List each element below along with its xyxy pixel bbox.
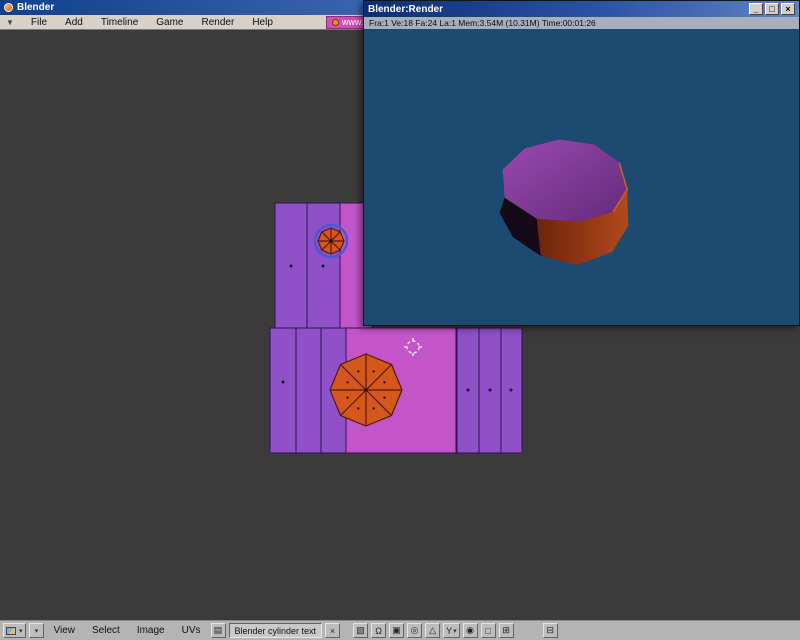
uv-cap-large-wheel[interactable] bbox=[330, 354, 402, 426]
menu-timeline[interactable]: Timeline bbox=[92, 17, 147, 28]
collapse-arrow-icon: ▾ bbox=[35, 627, 39, 635]
omega-icon: Ω bbox=[375, 626, 382, 636]
pack-icon: ▣ bbox=[392, 625, 401, 636]
dropdown-arrow-icon: ▾ bbox=[453, 627, 457, 635]
uv-editor-header: ▾ ▾ View Select Image UVs ▤ Blender cyli… bbox=[0, 620, 800, 640]
grid-icon-button[interactable]: ⊞ bbox=[499, 623, 514, 638]
uv-face-dot[interactable] bbox=[322, 265, 325, 268]
pack-icon-button[interactable]: ▣ bbox=[389, 623, 404, 638]
menu-render[interactable]: Render bbox=[193, 17, 244, 28]
dropdown-arrow-icon: ▾ bbox=[19, 627, 23, 635]
window-type-collapse-icon[interactable]: ▼ bbox=[0, 18, 22, 27]
grid-icon: ⊞ bbox=[502, 625, 510, 636]
square-icon: □ bbox=[485, 626, 490, 636]
blender-app: Blender ▼ File Add Timeline Game Render … bbox=[0, 0, 800, 640]
unlink-image-button[interactable]: × bbox=[325, 623, 340, 638]
uv-face-dot[interactable] bbox=[282, 381, 285, 384]
proportional-edit-button[interactable]: △ bbox=[425, 623, 440, 638]
menu-uv-uvs[interactable]: UVs bbox=[175, 625, 208, 636]
collapse-panel-icon: ⊟ bbox=[546, 625, 554, 636]
render-window: Blender:Render _ □ × Fra:1 Ve:18 Fa:24 L… bbox=[363, 0, 800, 326]
render-window-titlebar[interactable]: Blender:Render _ □ × bbox=[364, 1, 799, 17]
menu-uv-view[interactable]: View bbox=[47, 625, 83, 636]
triangle-icon: △ bbox=[429, 625, 436, 636]
menu-game[interactable]: Game bbox=[147, 17, 192, 28]
pivot-icon: ◉ bbox=[466, 625, 474, 636]
blender-logo-icon bbox=[4, 3, 13, 12]
window-controls: _ □ × bbox=[749, 3, 795, 15]
menu-uv-image[interactable]: Image bbox=[130, 625, 172, 636]
target-icon: ◎ bbox=[411, 625, 419, 636]
uv-face-dot[interactable] bbox=[510, 389, 513, 392]
sticky-uv-menu-button[interactable]: Y ▾ bbox=[443, 623, 460, 638]
target-icon-button[interactable]: ◎ bbox=[407, 623, 422, 638]
axis-y-icon: Y bbox=[446, 626, 452, 636]
uv-face-dot[interactable] bbox=[489, 389, 492, 392]
image-datablock-name[interactable]: Blender cylinder text bbox=[229, 623, 323, 638]
image-editor-icon bbox=[6, 627, 16, 635]
menu-file[interactable]: File bbox=[22, 17, 56, 28]
menu-uv-select[interactable]: Select bbox=[85, 625, 127, 636]
texture-icon-button[interactable]: ▧ bbox=[353, 623, 368, 638]
omega-icon-button[interactable]: Ω bbox=[371, 623, 386, 638]
editor-type-button[interactable]: ▾ bbox=[3, 623, 26, 638]
image-browse-button[interactable]: ▤ bbox=[211, 623, 226, 638]
panel-collapse-button[interactable]: ⊟ bbox=[543, 623, 558, 638]
close-button[interactable]: × bbox=[781, 3, 795, 15]
browse-datablock-icon: ▤ bbox=[214, 625, 223, 636]
uv-face-dot[interactable] bbox=[467, 389, 470, 392]
menu-help[interactable]: Help bbox=[243, 17, 282, 28]
render-result-area bbox=[364, 29, 799, 325]
window-title: Blender bbox=[17, 2, 54, 13]
pivot-icon-button[interactable]: ◉ bbox=[463, 623, 478, 638]
menu-add[interactable]: Add bbox=[56, 17, 92, 28]
uv-face-dot[interactable] bbox=[290, 265, 293, 268]
maximize-button[interactable]: □ bbox=[765, 3, 779, 15]
texture-icon: ▧ bbox=[356, 625, 365, 636]
render-window-title: Blender:Render bbox=[368, 4, 443, 15]
rendered-cylinder bbox=[364, 29, 799, 325]
render-stats-bar: Fra:1 Ve:18 Fa:24 La:1 Mem:3.54M (10.31M… bbox=[364, 17, 799, 29]
uv-cap-small-wheel[interactable] bbox=[315, 225, 347, 257]
square-icon-button[interactable]: □ bbox=[481, 623, 496, 638]
minimize-button[interactable]: _ bbox=[749, 3, 763, 15]
header-collapse-button[interactable]: ▾ bbox=[29, 623, 44, 638]
blender-org-icon bbox=[332, 19, 339, 26]
